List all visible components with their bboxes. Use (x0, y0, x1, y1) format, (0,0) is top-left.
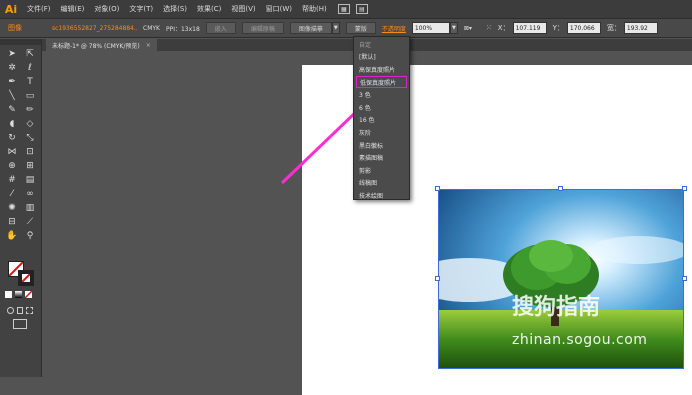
symbol-sprayer-tool-icon[interactable]: ✺ (5, 202, 19, 214)
edit-original-button[interactable]: 编辑原稿 (241, 22, 284, 34)
selection-tool-icon[interactable]: ➤ (5, 48, 19, 60)
perspective-grid-tool-icon[interactable]: ⊞ (23, 160, 37, 172)
y-label: Y： (552, 24, 564, 32)
blend-tool-icon[interactable]: ∞ (23, 188, 37, 200)
gradient-tool-icon[interactable]: ▤ (23, 174, 37, 186)
control-bar: 图像 sc1936552827_275284884... CMYK PPI：13… (0, 18, 692, 38)
fill-stroke-swatches[interactable] (8, 261, 36, 287)
watermark-brand: 搜狗指南 (512, 295, 601, 320)
trace-preset-dropdown-icon[interactable]: ▼ (331, 22, 340, 34)
width-tool-icon[interactable]: ⋈ (5, 146, 19, 158)
trace-preset-menu: 自定 [默认] 高保真度照片 低保真度照片 3 色 6 色 16 色 灰阶 黑白… (353, 36, 410, 200)
lasso-tool-icon[interactable]: ℓ (23, 62, 37, 74)
tools-panel: ➤ ⇱ ✲ ℓ ✒ T ╲ ▭ ✎ ✏ ◖ ◇ ↻ ⤡ ⋈ ⊡ ⊕ ⊞ # ▤ … (0, 39, 42, 377)
menu-item-low-fidelity-photo[interactable]: 低保真度照片 (356, 75, 407, 89)
artboard-tool-icon[interactable]: ⊟ (5, 216, 19, 228)
bounding-box-handle[interactable] (682, 186, 687, 191)
width-input[interactable]: 193.92 (623, 22, 658, 34)
menu-item-high-fidelity-photo[interactable]: 高保真度照片 (354, 63, 409, 76)
ppi-label: PPI：13x18 (165, 25, 200, 33)
opacity-label[interactable]: 不透明度 (382, 24, 406, 33)
menu-item-16-colors[interactable]: 16 色 (354, 114, 409, 127)
menu-help[interactable]: 帮助(H) (297, 4, 332, 14)
menu-item-sketched-art[interactable]: 素描图稿 (354, 151, 409, 164)
object-type-label: 图像 (8, 24, 22, 32)
direct-selection-tool-icon[interactable]: ⇱ (23, 48, 37, 60)
menu-view[interactable]: 视图(V) (226, 4, 260, 14)
recolor-icon[interactable]: ⊠▾ (464, 25, 472, 32)
screen-mode-icon[interactable] (13, 319, 27, 329)
menu-object[interactable]: 对象(O) (89, 4, 124, 14)
shape-builder-tool-icon[interactable]: ⊕ (5, 160, 19, 172)
mesh-tool-icon[interactable]: # (5, 174, 19, 186)
arrange-documents-icon[interactable]: ▤ (355, 4, 368, 14)
blob-brush-tool-icon[interactable]: ◖ (5, 118, 19, 130)
eraser-tool-icon[interactable]: ◇ (23, 118, 37, 130)
zoom-tool-icon[interactable]: ⚲ (23, 230, 37, 242)
menu-edit[interactable]: 编辑(E) (56, 4, 90, 14)
close-icon[interactable]: × (146, 42, 151, 49)
slice-tool-icon[interactable]: ⟋ (23, 216, 37, 228)
linked-file-link[interactable]: sc1936552827_275284884... (52, 25, 137, 32)
draw-inside-icon[interactable] (26, 307, 34, 314)
menu-item-default[interactable]: [默认] (354, 51, 409, 64)
pen-tool-icon[interactable]: ✒ (5, 76, 19, 88)
bridge-icon[interactable]: ▦ (337, 4, 350, 14)
w-label: 宽： (606, 24, 621, 32)
reference-point-icon[interactable]: ⁙ (486, 24, 492, 32)
document-tab[interactable]: 未标题-1* @ 78% (CMYK/预览) × (46, 39, 157, 51)
eyedropper-tool-icon[interactable]: ⁄ (5, 188, 19, 200)
menu-item-silhouettes[interactable]: 剪影 (354, 164, 409, 177)
menu-item-6-colors[interactable]: 6 色 (354, 101, 409, 114)
draw-behind-icon[interactable] (16, 307, 24, 314)
opacity-dropdown-icon[interactable]: ▼ (449, 22, 458, 34)
bounding-box-handle[interactable] (682, 276, 687, 281)
color-mode-label: CMYK (143, 24, 160, 32)
bounding-box-handle[interactable] (558, 186, 563, 191)
type-tool-icon[interactable]: T (23, 76, 37, 88)
menu-select[interactable]: 选择(S) (158, 4, 192, 14)
draw-mode-buttons (7, 307, 34, 315)
x-label: X： (497, 24, 510, 32)
menu-item-line-art[interactable]: 线稿图 (354, 177, 409, 190)
scale-tool-icon[interactable]: ⤡ (23, 132, 37, 144)
menu-item-custom[interactable]: 自定 (354, 38, 409, 51)
menu-window[interactable]: 窗口(W) (261, 4, 297, 14)
menu-bar: Ai 文件(F) 编辑(E) 对象(O) 文字(T) 选择(S) 效果(C) 视… (0, 0, 692, 18)
paintbrush-tool-icon[interactable]: ✎ (5, 104, 19, 116)
menu-item-technical-drawing[interactable]: 技术绘图 (354, 189, 409, 202)
color-button-icon[interactable] (5, 291, 12, 298)
menu-item-3-colors[interactable]: 3 色 (354, 88, 409, 101)
magic-wand-tool-icon[interactable]: ✲ (5, 62, 19, 74)
column-graph-tool-icon[interactable]: ▥ (23, 202, 37, 214)
mask-button[interactable]: 蒙版 (345, 22, 376, 34)
y-input[interactable]: 170.066 (566, 22, 601, 34)
gradient-button-icon[interactable] (15, 291, 22, 298)
hand-tool-icon[interactable]: ✋ (5, 230, 19, 242)
document-tab-title: 未标题-1* @ 78% (CMYK/预览) (52, 42, 140, 50)
rectangle-tool-icon[interactable]: ▭ (23, 90, 37, 102)
pencil-tool-icon[interactable]: ✏ (23, 104, 37, 116)
bounding-box-handle[interactable] (435, 276, 440, 281)
menu-file[interactable]: 文件(F) (22, 4, 56, 14)
image-trace-button[interactable]: 图像描摹 (289, 22, 332, 34)
rotate-tool-icon[interactable]: ↻ (5, 132, 19, 144)
x-input[interactable]: 107.119 (512, 22, 547, 34)
opacity-input[interactable]: 100% (411, 22, 450, 34)
embed-button[interactable]: 嵌入 (205, 22, 236, 34)
menu-item-black-white-logo[interactable]: 黑白徽标 (354, 139, 409, 152)
none-button-icon[interactable] (25, 291, 32, 298)
free-transform-tool-icon[interactable]: ⊡ (23, 146, 37, 158)
bounding-box-handle[interactable] (435, 186, 440, 191)
menu-type[interactable]: 文字(T) (124, 4, 158, 14)
menu-item-grayscale[interactable]: 灰阶 (354, 126, 409, 139)
line-tool-icon[interactable]: ╲ (5, 90, 19, 102)
stroke-swatch[interactable] (18, 270, 34, 286)
menu-effect[interactable]: 效果(C) (192, 4, 226, 14)
color-mode-buttons (5, 291, 37, 301)
watermark-url: zhinan.sogou.com (512, 332, 648, 348)
draw-normal-icon[interactable] (7, 307, 14, 314)
app-logo: Ai (4, 2, 18, 16)
